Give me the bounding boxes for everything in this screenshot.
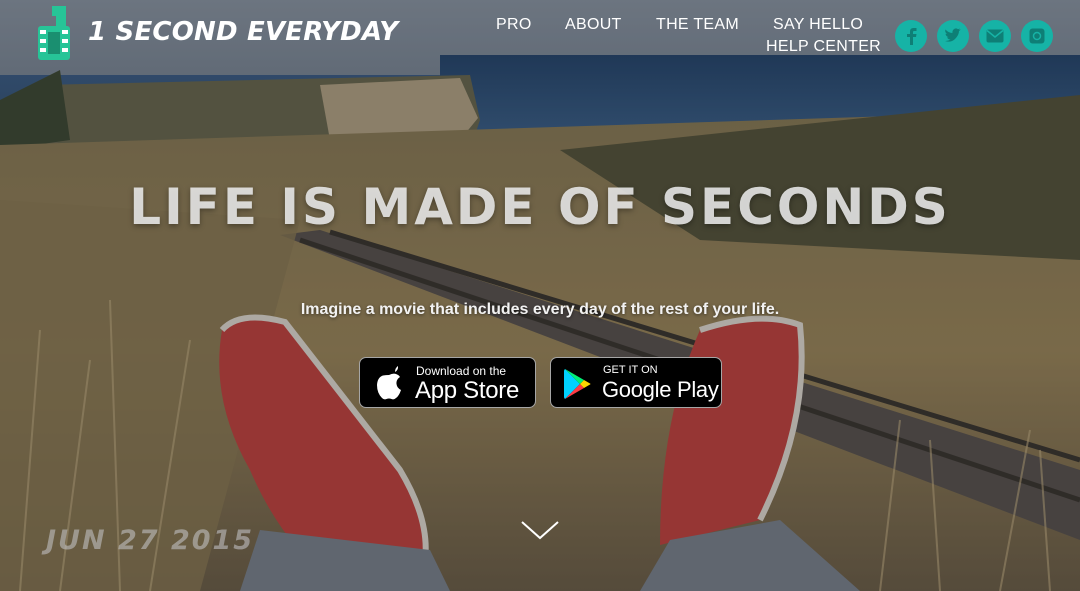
google-play-label: Google Play xyxy=(602,377,719,402)
brand-name[interactable]: 1 SECOND EVERYDAY xyxy=(88,17,398,47)
hero-section: 1 SECOND EVERYDAY PRO ABOUT THE TEAM SAY… xyxy=(0,0,1080,591)
apple-icon xyxy=(377,366,401,400)
google-play-icon xyxy=(564,369,591,399)
hero-headline: LIFE IS MADE OF SECONDS xyxy=(129,178,951,236)
instagram-icon xyxy=(1029,28,1045,44)
nav-link-about[interactable]: ABOUT xyxy=(565,15,622,35)
facebook-button[interactable] xyxy=(895,20,927,52)
app-logo-icon[interactable] xyxy=(36,6,72,60)
chevron-down-icon[interactable] xyxy=(520,518,560,542)
app-store-button[interactable]: Download on the App Store xyxy=(359,357,536,408)
google-play-small-text: GET IT ON xyxy=(603,364,658,376)
email-icon xyxy=(986,29,1004,43)
nav-link-say-hello[interactable]: SAY HELLO xyxy=(773,15,863,35)
email-button[interactable] xyxy=(979,20,1011,52)
hero-subline: Imagine a movie that includes every day … xyxy=(300,301,780,318)
hero-overlay xyxy=(0,0,1080,591)
google-play-button[interactable]: GET IT ON Google Play xyxy=(550,357,722,408)
nav-link-pro[interactable]: PRO xyxy=(496,15,532,35)
nav-link-help-center[interactable]: HELP CENTER xyxy=(766,37,881,57)
twitter-icon xyxy=(945,28,961,42)
facebook-icon xyxy=(907,28,917,45)
app-store-small-text: Download on the xyxy=(416,364,507,378)
instagram-button[interactable] xyxy=(1021,20,1053,52)
app-store-label: App Store xyxy=(415,377,520,404)
twitter-button[interactable] xyxy=(937,20,969,52)
video-date-stamp: JUN 27 2015 xyxy=(46,525,255,556)
nav-link-the-team[interactable]: THE TEAM xyxy=(656,15,739,35)
